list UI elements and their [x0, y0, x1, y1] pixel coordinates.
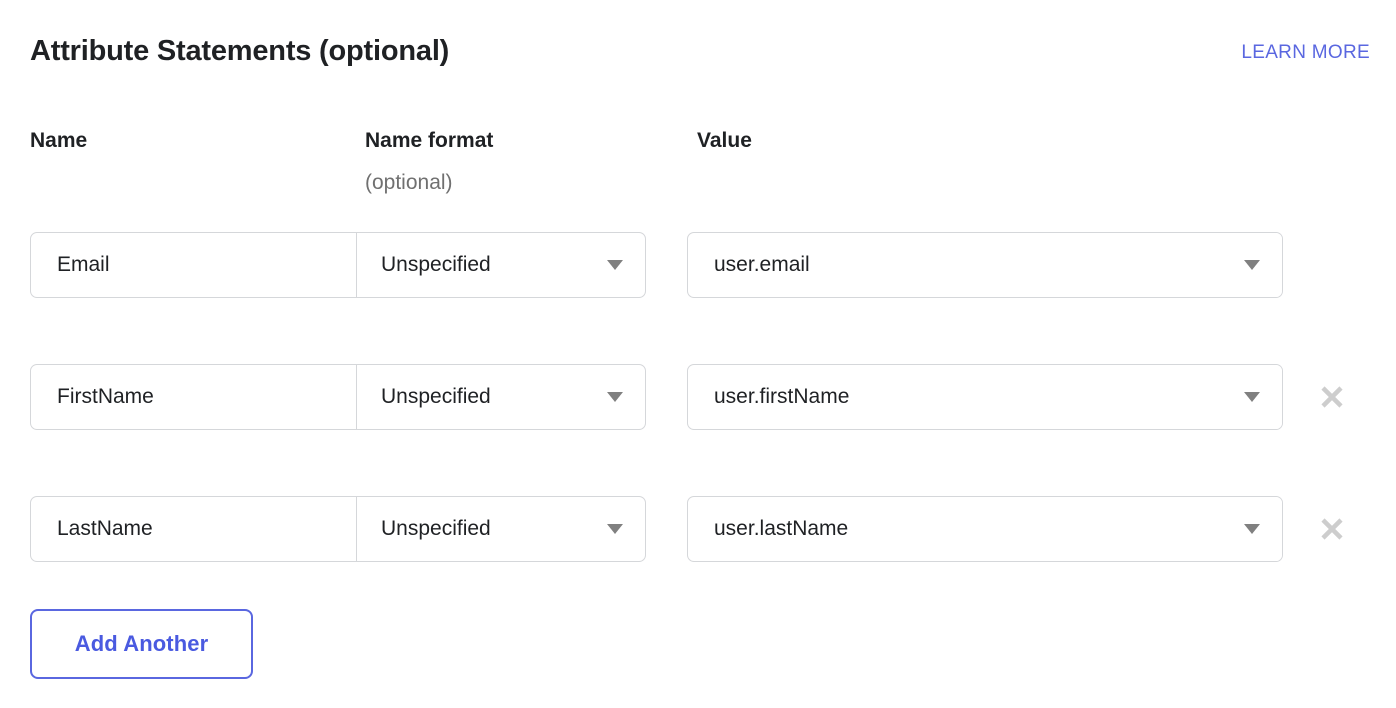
name-format-select[interactable]: Unspecified: [357, 365, 645, 429]
add-another-button[interactable]: Add Another: [30, 609, 253, 679]
value-dropdown-button[interactable]: [1222, 365, 1282, 429]
attribute-name-input[interactable]: [31, 233, 356, 297]
remove-row-button[interactable]: [1309, 374, 1355, 420]
chevron-down-icon: [607, 392, 623, 402]
chevron-down-icon: [1244, 260, 1260, 270]
chevron-down-icon: [607, 524, 623, 534]
value-dropdown-button[interactable]: [1222, 497, 1282, 561]
table-row: Unspecified: [30, 232, 1375, 298]
column-headers: Name Name format (optional) Value: [30, 128, 1370, 212]
learn-more-link[interactable]: LEARN MORE: [1241, 38, 1370, 64]
chevron-down-icon: [1244, 392, 1260, 402]
section-header: Attribute Statements (optional) LEARN MO…: [30, 30, 1370, 72]
name-format-value: Unspecified: [381, 253, 491, 276]
table-row: Unspecified: [30, 496, 1375, 562]
value-group: [687, 364, 1283, 430]
name-format-group: Unspecified: [30, 364, 646, 430]
close-icon: [1321, 386, 1343, 408]
attribute-value-input[interactable]: [688, 233, 1222, 297]
attribute-value-input[interactable]: [688, 365, 1222, 429]
attribute-value-input[interactable]: [688, 497, 1222, 561]
name-format-group: Unspecified: [30, 232, 646, 298]
column-header-name: Name: [30, 129, 88, 152]
remove-row-button[interactable]: [1309, 506, 1355, 552]
attribute-rows: Unspecified Unspecified Unspecified: [30, 232, 1375, 562]
attribute-name-input[interactable]: [31, 365, 356, 429]
column-header-name-format-optional: (optional): [365, 171, 453, 194]
name-format-value: Unspecified: [381, 385, 491, 408]
column-header-name-format: Name format: [365, 129, 494, 152]
name-format-select[interactable]: Unspecified: [357, 497, 645, 561]
name-format-value: Unspecified: [381, 517, 491, 540]
chevron-down-icon: [607, 260, 623, 270]
attribute-statements-panel: Attribute Statements (optional) LEARN MO…: [0, 0, 1396, 708]
table-row: Unspecified: [30, 364, 1375, 430]
value-dropdown-button[interactable]: [1222, 233, 1282, 297]
name-format-group: Unspecified: [30, 496, 646, 562]
value-group: [687, 496, 1283, 562]
close-icon: [1321, 518, 1343, 540]
name-format-select[interactable]: Unspecified: [357, 233, 645, 297]
chevron-down-icon: [1244, 524, 1260, 534]
attribute-name-input[interactable]: [31, 497, 356, 561]
page-title: Attribute Statements (optional): [30, 35, 450, 67]
value-group: [687, 232, 1283, 298]
column-header-value: Value: [697, 129, 752, 152]
